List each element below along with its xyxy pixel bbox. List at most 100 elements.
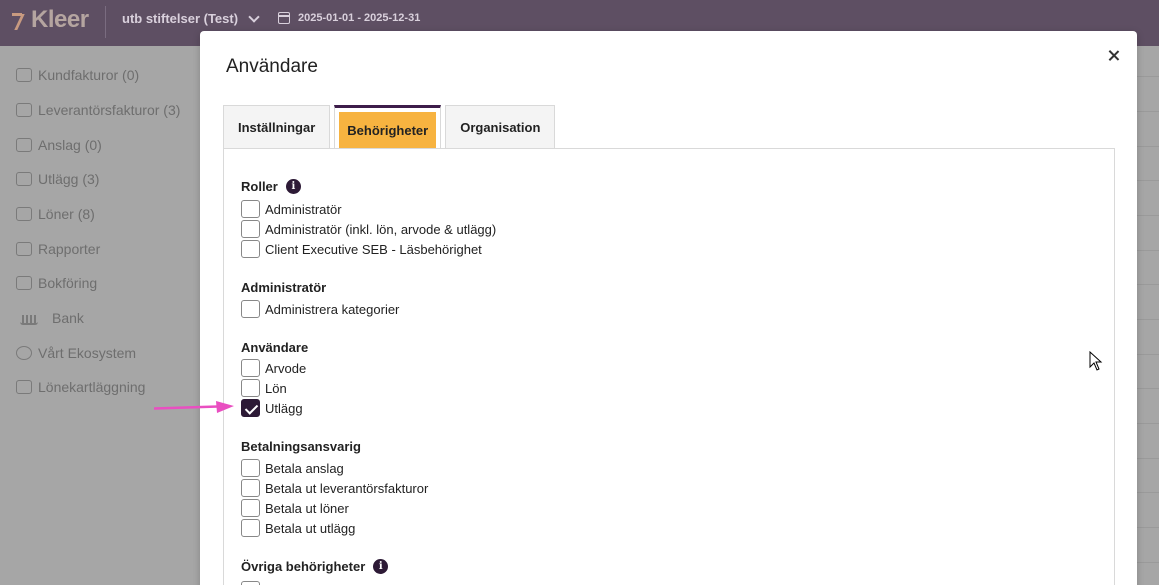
topbar-divider <box>105 6 106 38</box>
checkbox[interactable] <box>241 220 260 238</box>
checkbox-label: Administratör (inkl. lön, arvode & utläg… <box>265 221 497 237</box>
sidebar-item-anslag[interactable]: Anslag (0) <box>16 137 102 153</box>
section-title-anvandare: Användare <box>241 340 308 355</box>
section-title-betalningsansvarig: Betalningsansvarig <box>241 439 361 454</box>
logo-mark-icon <box>12 11 30 29</box>
checkbox-row-betala-leverantorsfakturor[interactable]: Betala ut leverantörsfakturor <box>241 479 428 497</box>
checkbox-label: Utlägg <box>265 400 303 416</box>
money-icon <box>16 207 32 221</box>
checkbox-row-betala-loner[interactable]: Betala ut löner <box>241 499 349 517</box>
mouse-cursor-icon <box>1089 351 1103 371</box>
tab-label: Inställningar <box>238 120 316 135</box>
section-title-ovriga: Övriga behörigheter i <box>241 559 389 574</box>
invoice-icon <box>16 68 32 82</box>
section-title-text: Användare <box>241 340 309 355</box>
sidebar-item-label: Rapporter <box>38 241 101 257</box>
info-icon[interactable]: i <box>373 559 389 574</box>
sidebar-item-bank[interactable]: Bank <box>16 310 84 326</box>
section-title-text: Övriga behörigheter <box>241 559 366 574</box>
checkbox-row-utlagg[interactable]: Utlägg <box>241 399 303 417</box>
sidebar-item-bokforing[interactable]: Bokföring <box>16 275 97 291</box>
checkbox-label: Betala anslag <box>265 460 344 476</box>
sidebar-item-label: Leverantörsfakturor (3) <box>38 102 181 118</box>
sidebar-item-label: Löner (8) <box>38 206 95 222</box>
puzzle-icon <box>16 346 32 360</box>
folder-icon <box>16 276 32 290</box>
sidebar: Kundfakturor (0) Leverantörsfakturor (3)… <box>0 46 200 585</box>
permissions-panel: Roller i Administratör Administratör (in… <box>223 148 1115 585</box>
tab-organisation[interactable]: Organisation <box>445 105 556 149</box>
period-selector[interactable]: 2025-01-01 - 2025-12-31 <box>278 12 420 24</box>
checkbox-row-betala-utlagg[interactable]: Betala ut utlägg <box>241 519 355 537</box>
checkbox-checked[interactable] <box>241 399 260 417</box>
sidebar-item-leverantorsfakturor[interactable]: Leverantörsfakturor (3) <box>16 102 180 118</box>
checkbox-row-administrera-kategorier[interactable]: Administrera kategorier <box>241 300 399 318</box>
close-icon[interactable] <box>1105 47 1123 65</box>
checkbox[interactable] <box>241 459 260 477</box>
checkbox[interactable] <box>241 379 260 397</box>
user-dialog: Användare Inställningar Behörigheter Org… <box>200 31 1137 585</box>
sidebar-item-rapporter[interactable]: Rapporter <box>16 241 100 257</box>
checkbox-label: Client Executive SEB - Läsbehörighet <box>265 241 482 257</box>
calendar-icon <box>278 12 290 24</box>
chart-icon <box>16 380 32 394</box>
sidebar-item-label: Bokföring <box>38 275 98 291</box>
section-title-text: Betalningsansvarig <box>241 439 361 454</box>
checkbox-label: Betala ut leverantörsfakturor <box>265 480 429 496</box>
checkbox-row-lon[interactable]: Lön <box>241 379 287 397</box>
annotation-arrow-icon <box>154 401 234 413</box>
checkbox-row-arvode[interactable]: Arvode <box>241 359 306 377</box>
checkbox-row-client-executive[interactable]: Client Executive SEB - Läsbehörighet <box>241 240 482 258</box>
tab-label: Organisation <box>460 120 541 135</box>
tab-installningar[interactable]: Inställningar <box>223 105 331 149</box>
sidebar-item-ekosystem[interactable]: Vårt Ekosystem <box>16 345 136 361</box>
tab-label: Behörigheter <box>347 122 429 138</box>
dialog-title: Användare <box>226 56 318 77</box>
checkbox-row-administrator[interactable]: Administratör <box>241 200 342 218</box>
checkbox-row-administrator-inkl[interactable]: Administratör (inkl. lön, arvode & utläg… <box>241 220 496 238</box>
checkbox[interactable] <box>241 499 260 517</box>
checkbox-label: Betala ut löner <box>265 500 349 516</box>
organization-selector[interactable]: utb stiftelser (Test) <box>122 10 260 26</box>
inbox-icon <box>16 103 32 117</box>
sidebar-item-utlagg[interactable]: Utlägg (3) <box>16 171 99 187</box>
checkbox-row-betala-anslag[interactable]: Betala anslag <box>241 459 344 477</box>
credit-card-icon <box>16 172 32 186</box>
checkbox-label: Administratör <box>265 201 342 217</box>
sidebar-item-label: Anslag (0) <box>38 137 102 153</box>
checkbox[interactable] <box>241 581 260 585</box>
sidebar-item-loner[interactable]: Löner (8) <box>16 206 95 222</box>
sidebar-item-label: Lönekartläggning <box>38 379 146 395</box>
section-title-text: Administratör <box>241 280 327 295</box>
checkbox-label: Arvode <box>265 360 307 376</box>
section-title-text: Roller <box>241 179 278 194</box>
bar-chart-icon <box>16 242 32 256</box>
sidebar-item-kundfakturor[interactable]: Kundfakturor (0) <box>16 67 139 83</box>
tab-bar: Inställningar Behörigheter Organisation <box>223 105 556 149</box>
checkbox[interactable] <box>241 359 260 377</box>
chevron-down-icon <box>248 10 260 23</box>
checkbox-row-partial[interactable] <box>241 581 260 585</box>
kleer-logo[interactable]: Kleer <box>12 6 89 34</box>
checkbox-label: Administrera kategorier <box>265 301 400 317</box>
sidebar-item-label: Utlägg (3) <box>38 171 100 187</box>
sidebar-item-label: Kundfakturor (0) <box>38 67 140 83</box>
section-title-administrator: Administratör <box>241 280 326 295</box>
tab-behorigheter[interactable]: Behörigheter <box>334 105 442 149</box>
checkbox-label: Betala ut utlägg <box>265 520 356 536</box>
checkbox[interactable] <box>241 479 260 497</box>
checkbox[interactable] <box>241 200 260 218</box>
sidebar-item-label: Vårt Ekosystem <box>38 345 137 361</box>
hand-coins-icon <box>16 138 32 152</box>
organization-name: utb stiftelser (Test) <box>122 11 239 26</box>
background-content-strip <box>1137 46 1159 585</box>
section-title-roller: Roller i <box>241 179 301 194</box>
checkbox[interactable] <box>241 240 260 258</box>
period-text: 2025-01-01 - 2025-12-31 <box>298 12 421 24</box>
checkbox[interactable] <box>241 519 260 537</box>
sidebar-item-lonekartlaggning[interactable]: Lönekartläggning <box>16 379 145 395</box>
info-icon[interactable]: i <box>285 179 301 194</box>
bank-icon <box>20 311 38 325</box>
checkbox-label: Lön <box>265 380 287 396</box>
checkbox[interactable] <box>241 300 260 318</box>
